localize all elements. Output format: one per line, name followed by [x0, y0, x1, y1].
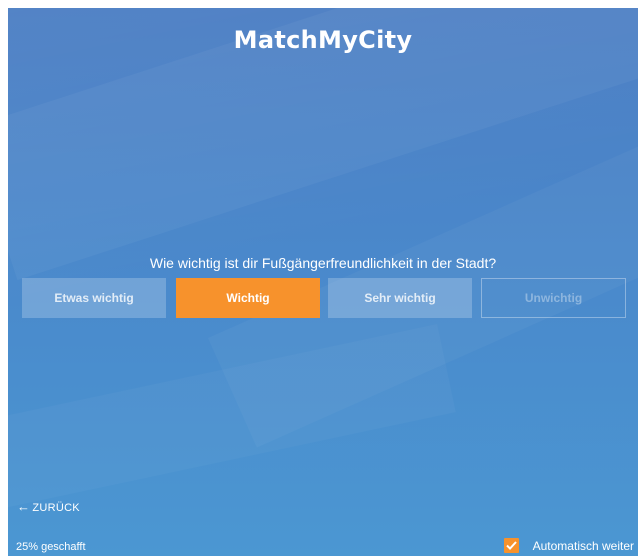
option-etwas-wichtig-button[interactable]: Etwas wichtig: [22, 278, 166, 318]
option-sehr-wichtig-button[interactable]: Sehr wichtig: [328, 278, 472, 318]
back-label: ZURÜCK: [32, 502, 80, 514]
auto-next-toggle[interactable]: Automatisch weiter: [503, 538, 634, 553]
auto-next-label: Automatisch weiter: [532, 538, 634, 553]
option-unwichtig-button[interactable]: Unwichtig: [481, 278, 626, 318]
back-button[interactable]: ← ZURÜCK: [17, 499, 80, 514]
background-streak: [8, 324, 456, 516]
progress-text: 25% geschafft: [16, 541, 86, 553]
app-logo: MatchMyCity: [233, 26, 413, 54]
auto-next-checkbox[interactable]: [503, 538, 519, 553]
question-text: Wie wichtig ist dir Fußgängerfreundlichk…: [149, 255, 497, 271]
quiz-screen: MatchMyCity Wie wichtig ist dir Fußgänge…: [8, 8, 638, 556]
option-wichtig-button[interactable]: Wichtig: [176, 278, 320, 318]
background-streak: [208, 53, 638, 447]
arrow-left-icon: ←: [17, 499, 31, 514]
checkmark-icon: [505, 541, 517, 550]
